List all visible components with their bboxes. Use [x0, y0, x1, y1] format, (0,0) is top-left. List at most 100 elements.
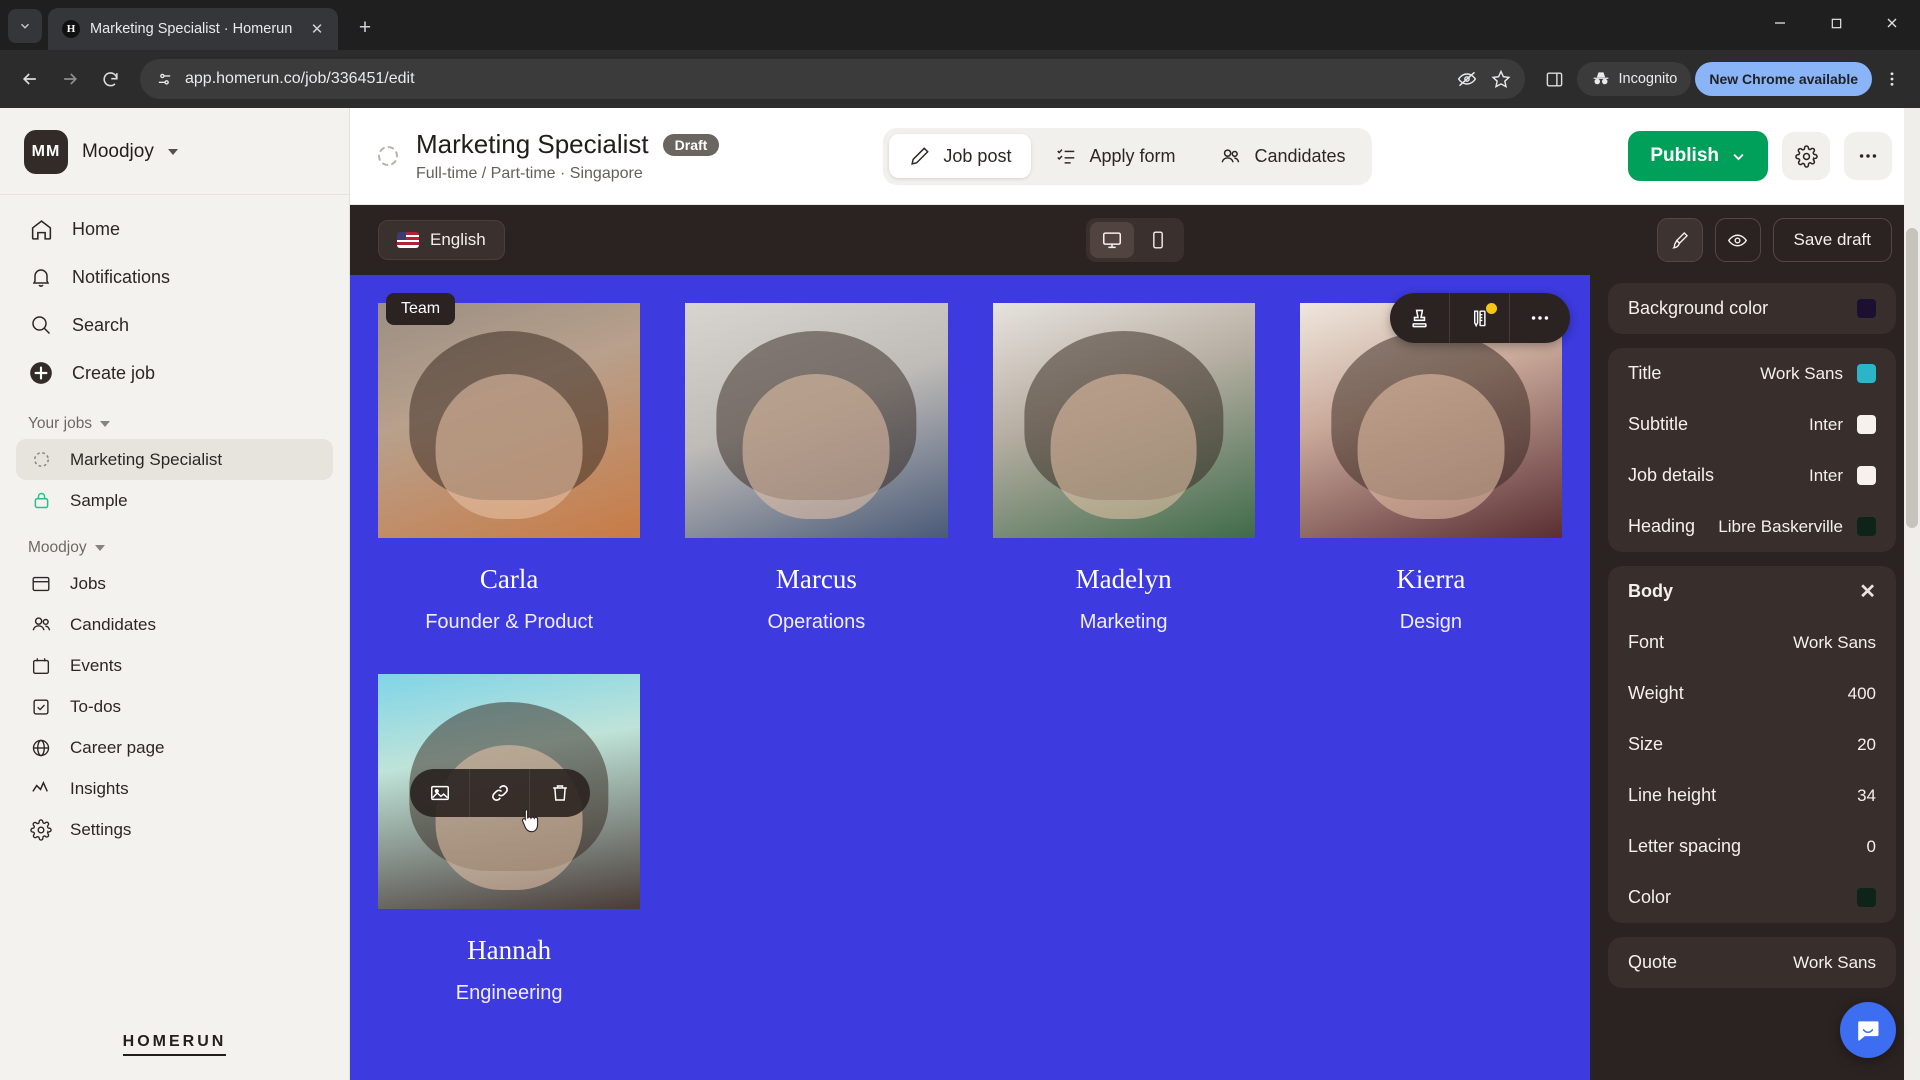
stamp-icon[interactable] [1390, 293, 1450, 343]
publish-button[interactable]: Publish [1628, 131, 1768, 181]
sidebar-item-insights[interactable]: Insights [16, 768, 333, 809]
color-swatch[interactable] [1857, 517, 1876, 536]
close-icon[interactable]: ✕ [1859, 582, 1876, 602]
sidebar-item-notifications[interactable]: Notifications [16, 253, 333, 301]
checkbox-icon [28, 696, 54, 718]
close-icon[interactable]: ✕ [306, 18, 328, 40]
color-swatch[interactable] [1857, 466, 1876, 485]
design-brush-button[interactable] [1656, 218, 1703, 262]
member-name: Marcus [775, 564, 857, 594]
sidebar-item-sample[interactable]: Sample [16, 480, 333, 521]
workspace-group-header[interactable]: Moodjoy [0, 521, 349, 563]
sidebar-item-create-job[interactable]: Create job [16, 349, 333, 397]
body-row-letter-spacing[interactable]: Letter spacing 0 [1608, 821, 1896, 872]
typography-row-subtitle[interactable]: Subtitle Inter [1608, 399, 1896, 450]
preview-button[interactable] [1714, 218, 1761, 262]
sidebar-item-events[interactable]: Events [16, 645, 333, 686]
body-row-size[interactable]: Size 20 [1608, 719, 1896, 770]
sidebar-item-label: Notifications [72, 266, 171, 287]
typography-row-title[interactable]: Title Work Sans [1608, 348, 1896, 399]
member-photo[interactable] [378, 303, 641, 538]
kebab-menu-icon[interactable] [1876, 70, 1908, 88]
member-photo[interactable] [992, 303, 1255, 538]
chat-bubble-icon[interactable] [1840, 1002, 1896, 1058]
org-switcher[interactable]: MM Moodjoy [0, 108, 349, 194]
page-scrollbar-thumb[interactable] [1906, 228, 1918, 528]
chrome-update-button[interactable]: New Chrome available [1695, 62, 1872, 96]
phone-icon[interactable] [1136, 222, 1180, 258]
chevron-down-icon [1731, 149, 1746, 164]
color-swatch[interactable] [1857, 299, 1876, 318]
sidebar-item-label: Jobs [70, 573, 106, 593]
star-icon[interactable] [1490, 69, 1511, 89]
typography-row-job-details[interactable]: Job details Inter [1608, 450, 1896, 501]
tab-apply-form[interactable]: Apply form [1035, 134, 1195, 178]
sidebar-item-career-page[interactable]: Career page [16, 727, 333, 768]
reload-icon[interactable] [92, 61, 128, 97]
window-controls [1752, 0, 1920, 46]
monitor-icon[interactable] [1090, 222, 1134, 258]
your-jobs-group-header[interactable]: Your jobs [0, 397, 349, 439]
new-tab-button[interactable]: + [348, 11, 382, 45]
color-swatch[interactable] [1857, 364, 1876, 383]
save-draft-button[interactable]: Save draft [1772, 218, 1892, 262]
body-row-color[interactable]: Color [1608, 872, 1896, 923]
lock-icon [28, 490, 54, 511]
sidebar-item-jobs[interactable]: Jobs [16, 563, 333, 604]
row-label: Font [1628, 632, 1665, 652]
sidebar-item-marketing-specialist[interactable]: Marketing Specialist [16, 439, 333, 480]
body-row-font[interactable]: Font Work Sans [1608, 617, 1896, 668]
block-toolbar [1390, 293, 1570, 343]
sidebar-item-label: Candidates [70, 614, 157, 634]
team-member[interactable]: Madelyn Marketing [992, 303, 1255, 634]
tab-search-icon[interactable] [8, 9, 42, 43]
people-icon [28, 613, 54, 636]
team-member[interactable]: Kierra Design [1299, 303, 1562, 634]
team-member[interactable]: Marcus Operations [685, 303, 948, 634]
back-arrow-icon[interactable] [12, 61, 48, 97]
maximize-icon[interactable] [1808, 0, 1864, 46]
image-toolbar [410, 769, 590, 817]
sidebar-item-search[interactable]: Search [16, 301, 333, 349]
incognito-indicator[interactable]: Incognito [1576, 62, 1692, 96]
member-role: Founder & Product [425, 611, 594, 633]
settings-button[interactable] [1782, 132, 1830, 180]
image-icon[interactable] [410, 769, 470, 817]
eye-off-icon[interactable] [1457, 69, 1477, 89]
sidebar-item-settings[interactable]: Settings [16, 809, 333, 850]
ellipsis-icon[interactable] [1510, 293, 1570, 343]
team-member[interactable]: Hannah Engineering [378, 674, 641, 1005]
ruler-pencil-icon[interactable] [1450, 293, 1510, 343]
address-bar[interactable]: app.homerun.co/job/336451/edit [140, 59, 1525, 99]
browser-tab[interactable]: H Marketing Specialist · Homerun ✕ [48, 8, 338, 50]
plus-circle-icon [28, 360, 54, 386]
trash-icon[interactable] [530, 769, 590, 817]
quote-row[interactable]: Quote Work Sans [1608, 937, 1896, 988]
color-swatch[interactable] [1857, 888, 1876, 907]
link-icon[interactable] [470, 769, 530, 817]
forward-arrow-icon[interactable] [52, 61, 88, 97]
window-close-icon[interactable] [1864, 0, 1920, 46]
color-swatch[interactable] [1857, 415, 1876, 434]
typography-row-heading[interactable]: Heading Libre Baskerville [1608, 501, 1896, 552]
editor-column: English Save draft Team Carla Founder & … [350, 205, 1920, 1080]
omnibox-actions [1457, 69, 1511, 89]
tab-job-post[interactable]: Job post [889, 134, 1032, 178]
background-color-row[interactable]: Background color [1608, 283, 1896, 334]
tab-candidates[interactable]: Candidates [1199, 134, 1365, 179]
side-panel-icon[interactable] [1537, 61, 1573, 97]
member-photo[interactable] [685, 303, 948, 538]
editor: English Save draft Team Carla Founder & … [350, 205, 1920, 1080]
site-settings-icon[interactable] [156, 71, 173, 88]
job-subtitle: Full-time / Part-time · Singapore [416, 165, 643, 182]
job-post-canvas[interactable]: Team Carla Founder & Product Marcus Oper… [350, 275, 1590, 1080]
more-options-button[interactable] [1844, 132, 1892, 180]
team-member[interactable]: Carla Founder & Product [378, 303, 641, 634]
sidebar-item-todos[interactable]: To-dos [16, 686, 333, 727]
minimize-icon[interactable] [1752, 0, 1808, 46]
body-row-line-height[interactable]: Line height 34 [1608, 770, 1896, 821]
sidebar-item-candidates[interactable]: Candidates [16, 604, 333, 645]
language-selector[interactable]: English [378, 220, 505, 260]
sidebar-item-home[interactable]: Home [16, 205, 333, 253]
body-row-weight[interactable]: Weight 400 [1608, 668, 1896, 719]
